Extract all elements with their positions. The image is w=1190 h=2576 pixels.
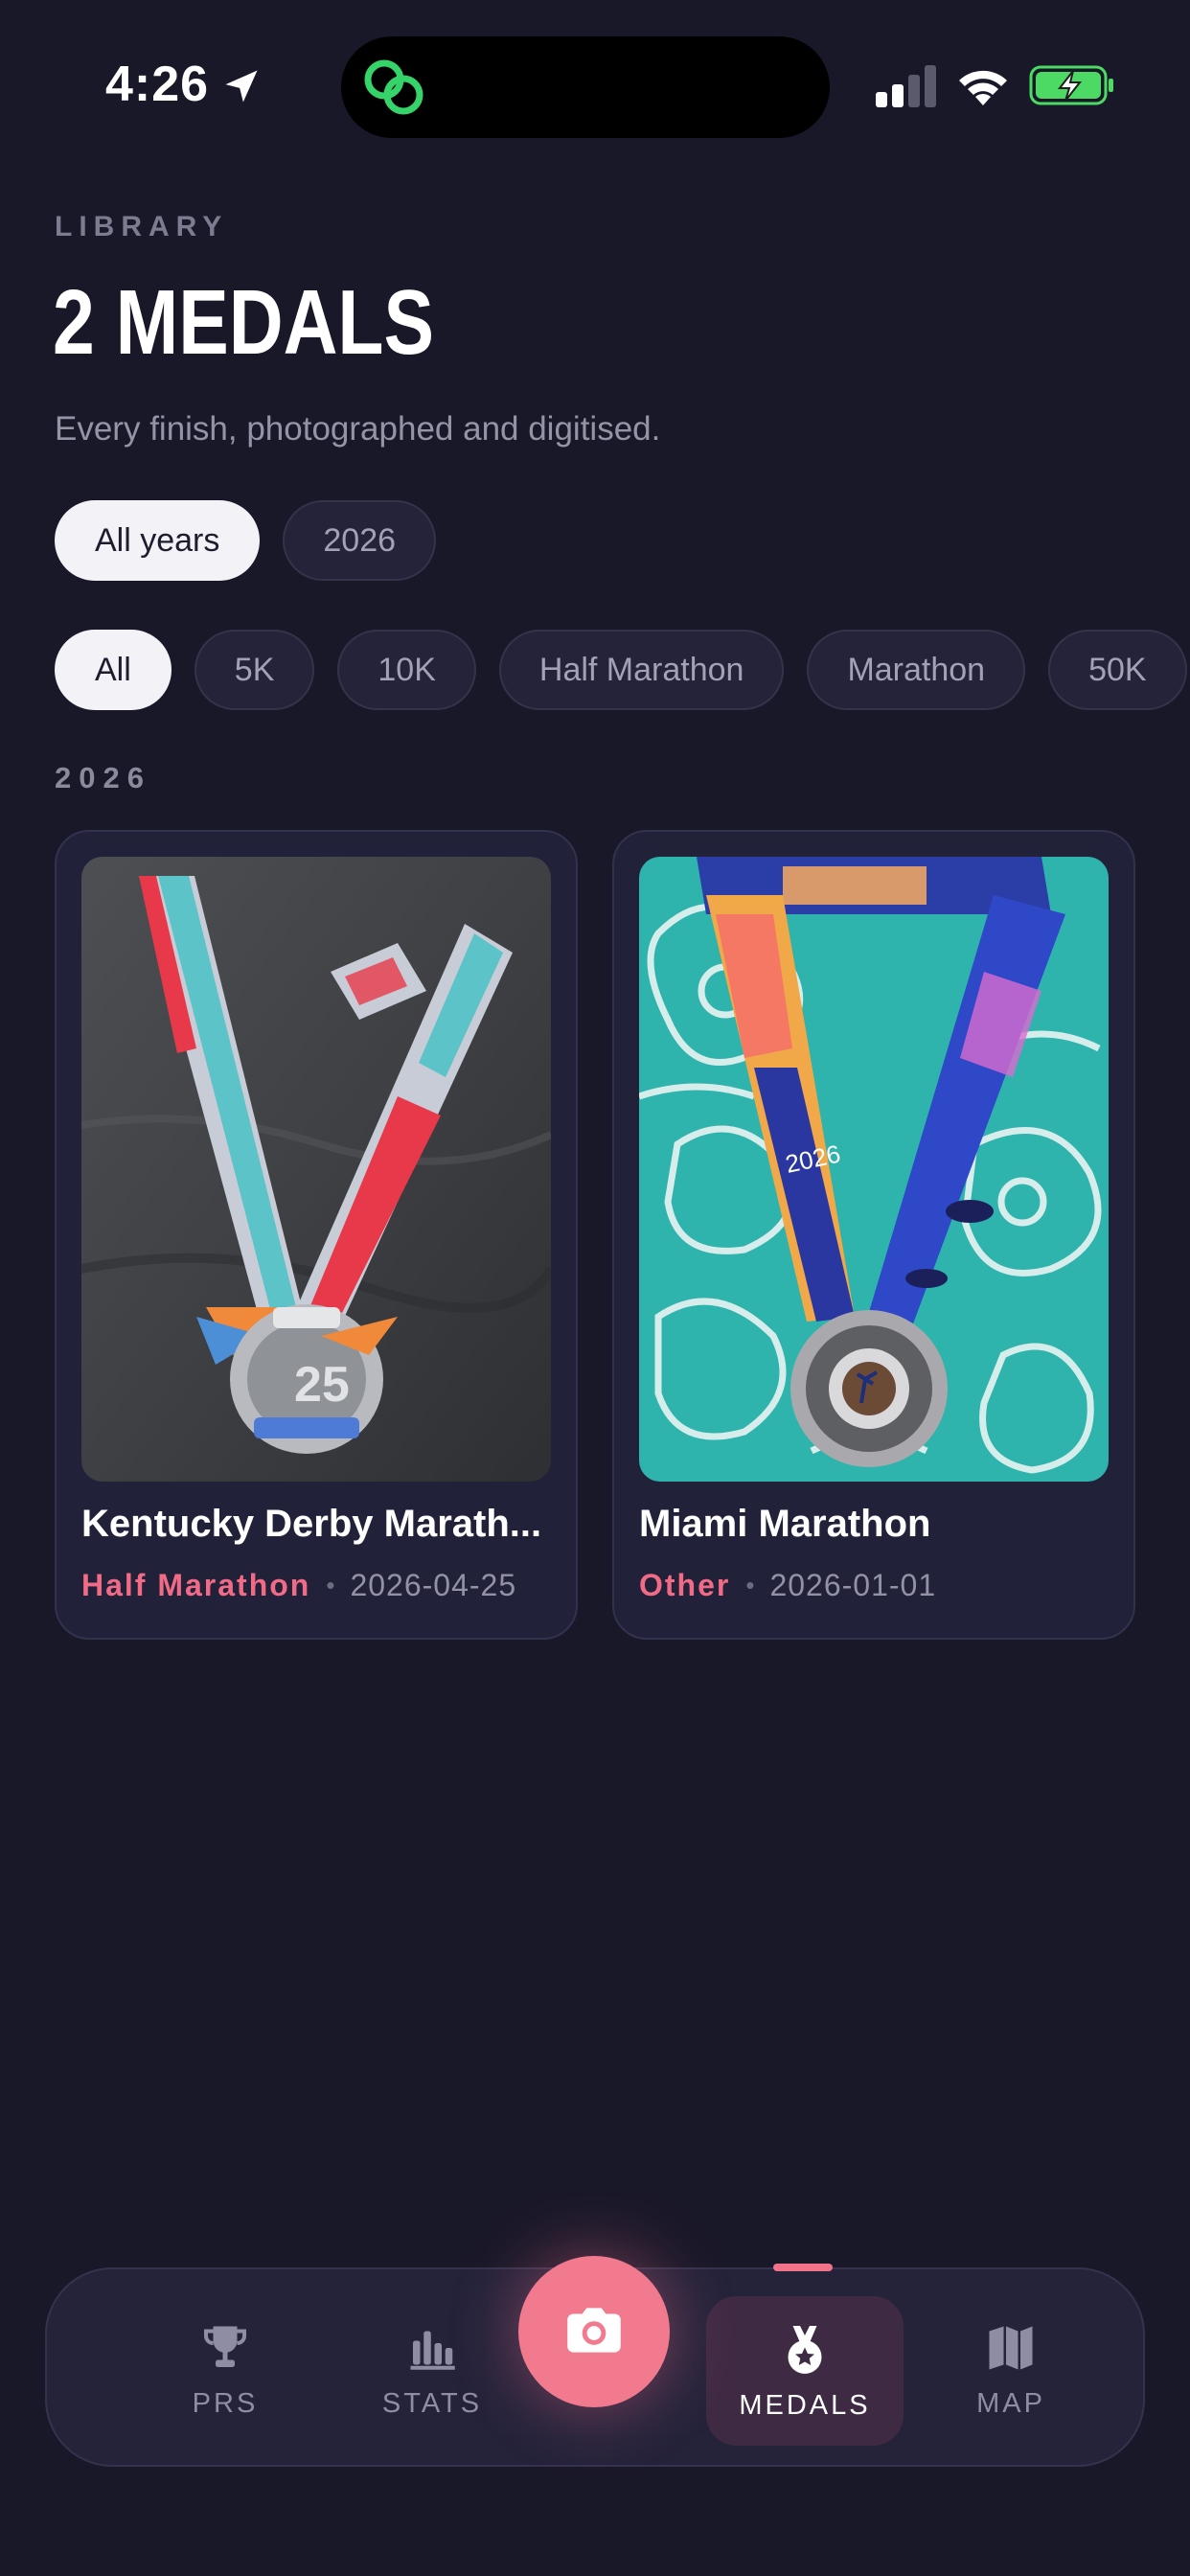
- tab-stats-label: STATS: [381, 2387, 483, 2419]
- medal-photo: 25: [81, 857, 551, 1482]
- battery-charging-icon: [1029, 65, 1113, 105]
- medal-title: Miami Marathon: [639, 1503, 931, 1545]
- page-title: 2 MEDALS: [53, 271, 435, 374]
- status-bar: 4:26: [0, 0, 1190, 163]
- tab-medals[interactable]: MEDALS: [706, 2296, 904, 2446]
- miami-medal-image: 2026: [639, 857, 1109, 1482]
- svg-text:25: 25: [294, 1357, 350, 1413]
- dynamic-island: [341, 36, 830, 138]
- medal-card[interactable]: 2026 Miami Marathon Other • 2026-01-01: [612, 830, 1135, 1640]
- map-icon: [989, 2326, 1033, 2369]
- location-arrow-icon: [225, 70, 258, 103]
- medal-meta: Other • 2026-01-01: [639, 1568, 936, 1603]
- medal-meta: Half Marathon • 2026-04-25: [81, 1568, 516, 1603]
- active-tab-indicator: [773, 2264, 833, 2271]
- kentucky-medal-image: 25: [81, 857, 551, 1482]
- tab-stats[interactable]: STATS: [336, 2269, 528, 2469]
- status-time: 4:26: [105, 57, 210, 112]
- wifi-icon: [959, 70, 1007, 105]
- tab-medals-label: MEDALS: [739, 2389, 871, 2421]
- tab-map[interactable]: MAP: [915, 2269, 1107, 2469]
- category-filter-marathon[interactable]: Marathon: [807, 630, 1026, 710]
- year-filter-all-years[interactable]: All years: [55, 500, 261, 581]
- page-subtitle: Every finish, photographed and digitised…: [55, 410, 661, 448]
- section-year-label: 2026: [55, 761, 151, 794]
- tab-prs[interactable]: PRS: [129, 2269, 321, 2469]
- tab-prs-label: PRS: [192, 2387, 259, 2419]
- section-eyebrow: LIBRARY: [55, 211, 229, 242]
- medal-date: 2026-01-01: [769, 1568, 937, 1602]
- medal-category: Other: [639, 1568, 731, 1602]
- meta-separator: •: [326, 1571, 335, 1599]
- meta-separator: •: [745, 1571, 755, 1599]
- year-filter-2026[interactable]: 2026: [283, 500, 437, 581]
- cellular-signal-icon: [876, 65, 936, 107]
- category-filter-all[interactable]: All: [55, 630, 172, 710]
- category-filter-50k[interactable]: 50K: [1048, 630, 1187, 710]
- category-filter-10k[interactable]: 10K: [337, 630, 476, 710]
- tab-map-label: MAP: [976, 2387, 1045, 2419]
- camera-icon: [567, 2308, 621, 2353]
- year-filter-row: All years 2026: [55, 500, 437, 581]
- category-filter-half-marathon[interactable]: Half Marathon: [498, 630, 785, 710]
- medal-date: 2026-04-25: [350, 1568, 517, 1602]
- medal-title: Kentucky Derby Marath...: [81, 1503, 542, 1545]
- trophy-icon: [204, 2326, 246, 2367]
- medal-card[interactable]: 25 Kentucky Derby Marath... Half Maratho…: [55, 830, 578, 1640]
- medal-icon: [788, 2325, 822, 2374]
- category-filter-5k[interactable]: 5K: [194, 630, 315, 710]
- camera-capture-button[interactable]: [518, 2256, 670, 2407]
- medal-category: Half Marathon: [81, 1568, 311, 1602]
- category-filter-row: All 5K 10K Half Marathon Marathon 50K: [55, 630, 1187, 710]
- medal-photo: 2026: [639, 857, 1109, 1482]
- bar-chart-icon: [410, 2331, 455, 2370]
- link-rings-icon: [364, 59, 423, 115]
